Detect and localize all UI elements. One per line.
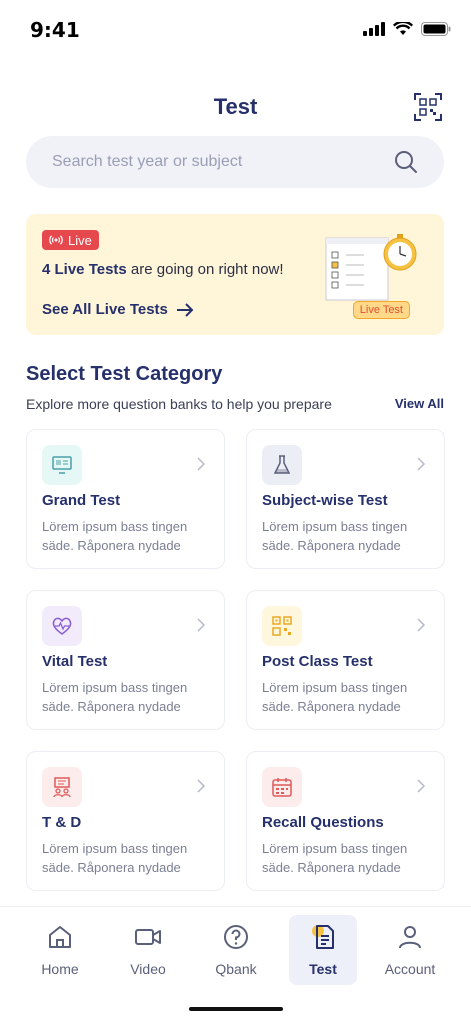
section-title: Select Test Category [26, 363, 223, 385]
see-all-live-tests-link[interactable]: See All Live Tests [42, 301, 194, 318]
view-all-link[interactable]: View All [395, 396, 444, 411]
search-input[interactable] [52, 136, 392, 188]
arrow-right-icon [176, 302, 194, 317]
live-count-suffix: are going on right now! [126, 261, 284, 278]
live-test-tag: Live Test [352, 301, 410, 319]
header: Test [0, 88, 471, 128]
home-indicator [189, 1007, 283, 1011]
category-card-vital-test[interactable]: Vital Test Lörem ipsum bass tingen säde.… [26, 590, 225, 730]
section-subtitle: Explore more question banks to help you … [26, 396, 332, 412]
flask-icon [262, 445, 302, 485]
card-title: Post Class Test [262, 653, 373, 670]
chevron-right-icon [416, 456, 426, 477]
nav-item-qbank[interactable]: Qbank [202, 915, 270, 985]
card-title: Recall Questions [262, 814, 384, 831]
category-card-grand-test[interactable]: Grand Test Lörem ipsum bass tingen säde.… [26, 429, 225, 569]
category-card-recall-questions[interactable]: Recall Questions Lörem ipsum bass tingen… [246, 751, 445, 891]
chevron-right-icon [196, 456, 206, 477]
presentation-icon [42, 767, 82, 807]
chevron-right-icon [416, 617, 426, 638]
nav-label: Account [384, 961, 436, 977]
see-all-live-label: See All Live Tests [42, 301, 168, 318]
signal-icon [363, 22, 385, 36]
monitor-icon [42, 445, 82, 485]
nav-label: Qbank [215, 961, 257, 977]
nav-label: Video [130, 961, 166, 977]
status-bar: 9:41 [0, 0, 471, 60]
category-card-post-class-test[interactable]: Post Class Test Lörem ipsum bass tingen … [246, 590, 445, 730]
category-card-t-and-d[interactable]: T & D Lörem ipsum bass tingen säde. Råpo… [26, 751, 225, 891]
card-title: Grand Test [42, 492, 121, 509]
card-description: Lörem ipsum bass tingen säde. Råponera n… [42, 680, 188, 714]
chevron-right-icon [196, 778, 206, 799]
status-icons [363, 22, 451, 36]
wifi-icon [393, 22, 413, 35]
category-card-subject-wise-test[interactable]: Subject-wise Test Lörem ipsum bass tinge… [246, 429, 445, 569]
video-icon [135, 929, 161, 945]
live-badge-label: Live [68, 232, 92, 248]
chevron-right-icon [196, 617, 206, 638]
card-description: Lörem ipsum bass tingen säde. Råponera n… [42, 519, 188, 553]
calendar-icon [262, 767, 302, 807]
live-tests-banner[interactable]: Live 4 Live Tests are going on right now… [26, 214, 444, 335]
nav-item-video[interactable]: Video [114, 915, 182, 985]
qr-grid-icon [262, 606, 302, 646]
live-count-text: 4 Live Tests are going on right now! [42, 261, 284, 278]
card-description: Lörem ipsum bass tingen säde. Råponera n… [262, 841, 408, 875]
user-icon [399, 926, 421, 949]
chevron-right-icon [416, 778, 426, 799]
status-time: 9:41 [30, 18, 80, 42]
live-badge: Live [42, 230, 99, 250]
card-description: Lörem ipsum bass tingen säde. Råponera n… [262, 519, 408, 553]
broadcast-icon [49, 235, 63, 245]
card-description: Lörem ipsum bass tingen säde. Råponera n… [42, 841, 188, 875]
card-title: T & D [42, 814, 82, 831]
page-title: Test [213, 94, 258, 119]
home-icon [49, 926, 71, 948]
nav-label: Test [309, 961, 337, 977]
card-title: Vital Test [42, 653, 108, 670]
card-description: Lörem ipsum bass tingen säde. Råponera n… [262, 680, 408, 714]
qr-scan-button[interactable] [413, 92, 443, 122]
search-bar [26, 136, 444, 188]
card-title: Subject-wise Test [262, 492, 388, 509]
battery-icon [421, 22, 451, 36]
nav-item-account[interactable]: Account [376, 915, 444, 985]
nav-label: Home [41, 961, 79, 977]
live-count: 4 Live Tests [42, 261, 127, 278]
test-document-icon [312, 925, 334, 949]
question-icon [224, 925, 248, 949]
search-icon[interactable] [394, 150, 418, 174]
qr-code-icon [414, 93, 442, 121]
heart-pulse-icon [42, 606, 82, 646]
nav-item-home[interactable]: Home [26, 915, 94, 985]
nav-item-test[interactable]: Test [289, 915, 357, 985]
